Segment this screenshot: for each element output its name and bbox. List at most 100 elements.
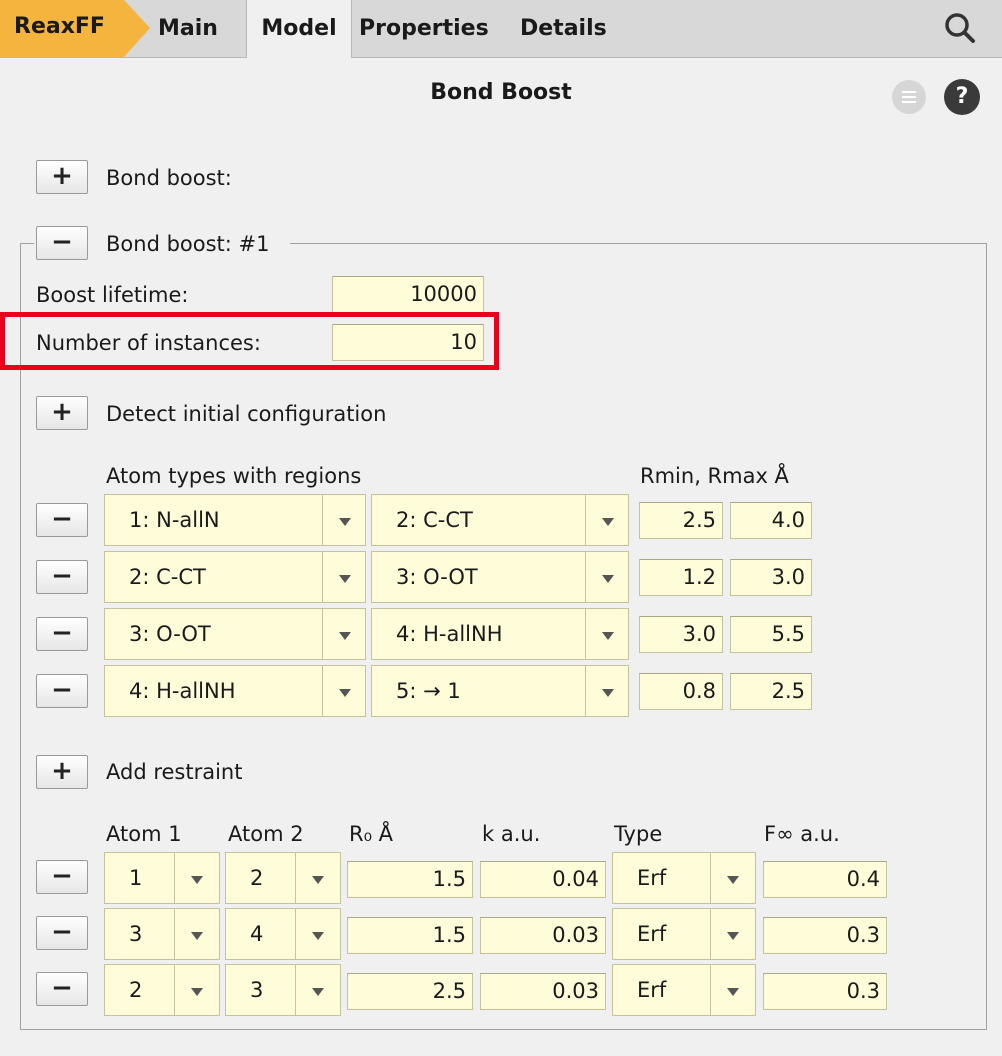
rmax-field[interactable]: 4.0 [730,502,812,539]
atom-type-1-select[interactable]: 1: N-allN [104,494,366,546]
tab-properties[interactable]: Properties [359,0,489,57]
tab-label: Properties [359,16,489,41]
restraint-atom1-select[interactable]: 1 [104,852,220,904]
chevron-down-icon[interactable] [322,609,365,659]
remove-atom-type-row-button[interactable]: − [36,560,88,594]
restraint-type-select[interactable]: Erf [612,908,756,960]
atom-type-2-select[interactable]: 5: → 1 [371,665,629,717]
select-value: 4: H-allNH [129,679,236,703]
restraint-atom1-select[interactable]: 3 [104,908,220,960]
finf-field[interactable]: 0.4 [763,861,887,898]
remove-atom-type-row-button[interactable]: − [36,617,88,651]
restraint-atom2-select[interactable]: 4 [225,908,341,960]
select-value: 4: H-allNH [396,622,503,646]
finf-field[interactable]: 0.3 [763,917,887,954]
r0-field[interactable]: 1.5 [347,917,473,954]
atom2-header: Atom 2 [228,822,304,846]
chevron-down-icon[interactable] [710,853,755,903]
breadcrumb-reaxff[interactable]: ReaxFF [0,0,150,57]
chevron-down-icon[interactable] [174,853,219,903]
bond-boost-1-label: Bond boost: #1 [106,232,270,256]
chevron-down-icon[interactable] [585,609,628,659]
tab-label: Details [520,16,607,41]
rmin-field[interactable]: 3.0 [639,616,723,653]
select-value: 3 [250,978,264,1002]
chevron-down-icon[interactable] [322,495,365,545]
rmax-field[interactable]: 5.5 [730,616,812,653]
select-value: Erf [637,978,667,1002]
select-value: Erf [637,866,667,890]
boost-lifetime-field[interactable]: 10000 [332,276,484,313]
help-icon[interactable]: ? [944,79,980,115]
k-field[interactable]: 0.03 [480,973,606,1010]
chevron-down-icon[interactable] [585,495,628,545]
rmin-field[interactable]: 0.8 [639,673,723,710]
tab-model[interactable]: Model [246,0,352,58]
select-value: 2: C-CT [396,508,473,532]
k-field[interactable]: 0.04 [480,861,606,898]
restraint-type-select[interactable]: Erf [612,964,756,1016]
menu-icon[interactable] [892,80,926,114]
select-value: 3 [129,922,143,946]
tab-main[interactable]: Main [158,0,218,57]
select-value: 1: N-allN [129,508,220,532]
rmin-field[interactable]: 2.5 [639,502,723,539]
chevron-down-icon[interactable] [585,552,628,602]
remove-restraint-button[interactable]: − [36,916,88,950]
chevron-down-icon[interactable] [322,666,365,716]
finf-field[interactable]: 0.3 [763,973,887,1010]
atom-type-1-select[interactable]: 2: C-CT [104,551,366,603]
rmax-field[interactable]: 3.0 [730,559,812,596]
atom-type-1-select[interactable]: 3: O-OT [104,608,366,660]
chevron-down-icon[interactable] [322,552,365,602]
restraint-atom1-select[interactable]: 2 [104,964,220,1016]
k-header: k a.u. [482,822,541,846]
remove-atom-type-row-button[interactable]: − [36,503,88,537]
atom-type-2-select[interactable]: 2: C-CT [371,494,629,546]
select-value: 3: O-OT [396,565,478,589]
r0-header: R₀ Å [349,822,394,846]
rmax-field[interactable]: 2.5 [730,673,812,710]
tab-label: Main [158,16,218,41]
add-bond-boost-button[interactable]: + [36,160,88,194]
remove-atom-type-row-button[interactable]: − [36,674,88,708]
remove-restraint-button[interactable]: − [36,860,88,894]
restraint-type-select[interactable]: Erf [612,852,756,904]
remove-bond-boost-button[interactable]: − [36,226,88,260]
tab-details[interactable]: Details [520,0,607,57]
breadcrumb-label: ReaxFF [14,14,105,39]
chevron-down-icon[interactable] [710,909,755,959]
restraint-atom2-select[interactable]: 3 [225,964,341,1016]
rmin-rmax-header: Rmin, Rmax Å [640,464,789,488]
atom-type-2-select[interactable]: 3: O-OT [371,551,629,603]
select-value: Erf [637,922,667,946]
select-value: 2 [129,978,143,1002]
select-value: 1 [129,866,143,890]
chevron-down-icon[interactable] [295,909,340,959]
chevron-down-icon[interactable] [295,965,340,1015]
boost-lifetime-label: Boost lifetime: [36,283,189,307]
atom-type-2-select[interactable]: 4: H-allNH [371,608,629,660]
select-value: 5: → 1 [396,679,461,703]
k-field[interactable]: 0.03 [480,917,606,954]
detect-initial-configuration-button[interactable]: + [36,396,88,430]
chevron-down-icon[interactable] [295,853,340,903]
select-value: 2: C-CT [129,565,206,589]
chevron-down-icon[interactable] [174,909,219,959]
top-bar: ReaxFF Main Model Properties Details [0,0,1002,58]
search-button[interactable] [940,8,980,48]
r0-field[interactable]: 1.5 [347,861,473,898]
chevron-down-icon[interactable] [174,965,219,1015]
chevron-down-icon[interactable] [585,666,628,716]
tab-label: Model [261,16,337,41]
atom-types-header: Atom types with regions [106,464,362,488]
select-value: 4 [250,922,264,946]
chevron-down-icon[interactable] [710,965,755,1015]
atom-type-1-select[interactable]: 4: H-allNH [104,665,366,717]
add-restraint-button[interactable]: + [36,755,88,789]
r0-field[interactable]: 2.5 [347,973,473,1010]
add-restraint-label: Add restraint [106,760,243,784]
restraint-atom2-select[interactable]: 2 [225,852,341,904]
rmin-field[interactable]: 1.2 [639,559,723,596]
remove-restraint-button[interactable]: − [36,972,88,1006]
